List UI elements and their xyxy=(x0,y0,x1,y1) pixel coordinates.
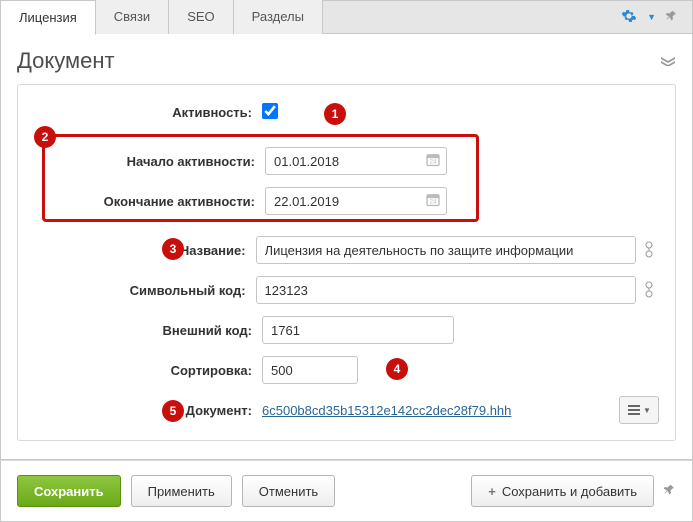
row-symcode: Символьный код: xyxy=(34,276,659,304)
collapse-icon[interactable] xyxy=(660,53,676,69)
chevron-down-icon: ▼ xyxy=(643,406,651,415)
footer: Сохранить Применить Отменить + Сохранить… xyxy=(0,460,693,522)
panel: Документ Активность: 1 2 Начало активнос… xyxy=(0,34,693,460)
row-document: 5 Документ: 6c500b8cd35b15312e142cc2dec2… xyxy=(34,396,659,424)
save-and-add-button[interactable]: + Сохранить и добавить xyxy=(471,475,654,507)
pin-icon[interactable] xyxy=(666,9,678,26)
input-start-date[interactable] xyxy=(265,147,447,175)
marker-2: 2 xyxy=(34,126,56,148)
side-control-name[interactable] xyxy=(642,240,659,260)
input-end-date[interactable] xyxy=(265,187,447,215)
label-sort: Сортировка: xyxy=(34,363,262,378)
input-name[interactable] xyxy=(256,236,636,264)
tab-links[interactable]: Связи xyxy=(96,0,169,34)
checkbox-active[interactable] xyxy=(262,103,278,119)
row-start: Начало активности: 24 xyxy=(61,147,460,175)
label-document: Документ: xyxy=(34,403,262,418)
marker-1: 1 xyxy=(324,103,346,125)
input-extcode[interactable] xyxy=(262,316,454,344)
gear-icon[interactable] xyxy=(621,8,637,27)
marker-4: 4 xyxy=(386,358,408,380)
document-menu-button[interactable]: ▼ xyxy=(619,396,659,424)
tab-seo[interactable]: SEO xyxy=(169,0,233,34)
label-active: Активность: xyxy=(34,105,262,120)
marker-3: 3 xyxy=(162,238,184,260)
tab-sections[interactable]: Разделы xyxy=(234,0,323,34)
gear-chevron-icon[interactable]: ▼ xyxy=(647,12,656,22)
label-extcode: Внешний код: xyxy=(34,323,262,338)
panel-title: Документ xyxy=(17,48,115,74)
row-name: 3 Название: xyxy=(34,236,659,264)
tab-license[interactable]: Лицензия xyxy=(1,1,96,35)
label-name: Название: xyxy=(34,243,256,258)
side-control-symcode[interactable] xyxy=(642,280,659,300)
form-area: Активность: 1 2 Начало активности: 24 Ок… xyxy=(17,84,676,441)
label-end: Окончание активности: xyxy=(61,194,265,209)
apply-button[interactable]: Применить xyxy=(131,475,232,507)
footer-pin-icon[interactable] xyxy=(664,483,676,500)
highlight-dates: 2 Начало активности: 24 Окончание активн… xyxy=(42,134,479,222)
document-link[interactable]: 6c500b8cd35b15312e142cc2dec28f79.hhh xyxy=(262,403,511,418)
label-start: Начало активности: xyxy=(61,154,265,169)
save-and-add-label: Сохранить и добавить xyxy=(502,484,637,499)
hamburger-icon xyxy=(627,405,641,415)
row-end: Окончание активности: 24 xyxy=(61,187,460,215)
input-sort[interactable] xyxy=(262,356,358,384)
input-symcode[interactable] xyxy=(256,276,636,304)
cancel-button[interactable]: Отменить xyxy=(242,475,335,507)
label-symcode: Символьный код: xyxy=(34,283,256,298)
tab-bar: Лицензия Связи SEO Разделы ▼ xyxy=(0,0,693,34)
row-active: Активность: 1 xyxy=(34,103,659,122)
save-button[interactable]: Сохранить xyxy=(17,475,121,507)
marker-5: 5 xyxy=(162,400,184,422)
plus-icon: + xyxy=(488,484,496,499)
row-extcode: Внешний код: xyxy=(34,316,659,344)
row-sort: Сортировка: 4 xyxy=(34,356,659,384)
